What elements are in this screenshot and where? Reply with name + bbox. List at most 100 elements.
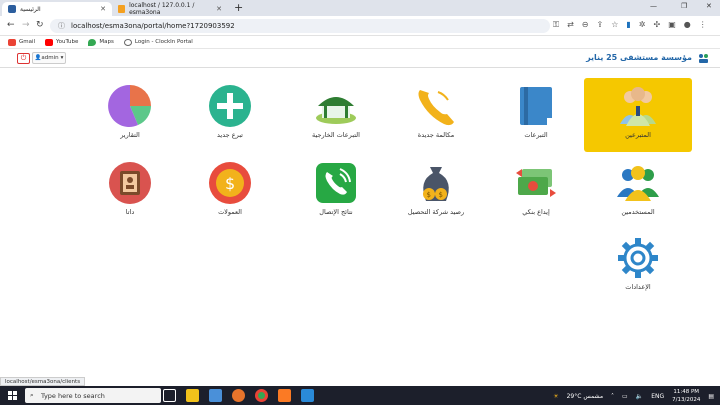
tile-external-donations[interactable]: التبرعات الخارجية [282, 78, 390, 152]
reload-icon[interactable]: ↻ [36, 20, 44, 30]
store-icon[interactable] [209, 389, 222, 402]
menu-kebab-icon[interactable]: ⋮ [699, 20, 707, 30]
phone-icon [418, 90, 454, 126]
tile-label: تبرع جديد [217, 131, 243, 139]
tile-new-donation[interactable]: تبرع جديد [176, 78, 284, 152]
bookmark-youtube[interactable]: YouTube [45, 38, 78, 46]
tray-chevron-icon[interactable]: ˄ [611, 393, 614, 400]
tile-donors[interactable]: المتبرعين [584, 78, 692, 152]
status-url: localhost/esma3ona/clients [0, 377, 86, 386]
bookmarks-bar: Gmail YouTube Maps Login - ClockIn Porta… [0, 36, 720, 49]
volume-icon[interactable]: 🔈 [636, 393, 643, 400]
tile-label: المتبرعين [625, 131, 651, 139]
bank-deposit-icon [516, 169, 556, 197]
address-book-icon [109, 162, 151, 204]
tile-commissions[interactable]: $ العمولات [176, 155, 284, 229]
tile-collection-balance[interactable]: $ $ رصيد شركة التحصيل [382, 155, 490, 229]
site-favicon-icon [8, 5, 16, 13]
forward-arrow-icon[interactable]: → [22, 20, 30, 30]
power-icon[interactable]: ⏻ [17, 53, 30, 64]
browser-tab-home[interactable]: الرئيسية ✕ [2, 2, 112, 16]
tile-bank-deposit[interactable]: إيداع بنكي [482, 155, 590, 229]
bookmark-maps[interactable]: Maps [88, 38, 114, 46]
extension-gear-icon[interactable]: ✲ [639, 20, 646, 30]
extension-blue-icon[interactable]: ▮ [626, 20, 630, 30]
tile-label: إيداع بنكي [522, 208, 550, 216]
firefox-icon[interactable] [232, 389, 245, 402]
tile-label: الإعدادات [625, 283, 651, 291]
tile-label: التبرعات [524, 131, 548, 139]
minimize-icon[interactable]: — [650, 2, 657, 10]
profile-icon[interactable]: ● [684, 20, 691, 30]
extensions-puzzle-icon[interactable]: ✣ [653, 20, 660, 30]
info-icon[interactable]: ⓘ [58, 21, 65, 31]
taskbar-search-input[interactable]: ⌕ Type here to search [25, 388, 161, 403]
language-indicator[interactable]: ENG [651, 393, 664, 400]
book-icon [520, 87, 552, 125]
svg-text:$: $ [439, 191, 443, 199]
close-tab-icon[interactable]: ✕ [216, 5, 222, 13]
brand-logo-icon [699, 54, 708, 63]
zoom-icon[interactable]: ⊖ [582, 20, 589, 30]
new-tab-icon[interactable]: + [234, 1, 243, 14]
taskbar-apps [163, 389, 314, 402]
translate-icon[interactable]: ⇄ [567, 20, 574, 30]
tile-label: نتائج الإتصال [319, 208, 353, 216]
bookmark-gmail[interactable]: Gmail [8, 38, 35, 46]
tile-call-results[interactable]: نتائج الإتصال [282, 155, 390, 229]
clock[interactable]: 11:48 PM 7/13/2024 [672, 388, 700, 404]
phpmyadmin-favicon-icon [118, 5, 126, 13]
browser-tab-phpmyadmin[interactable]: localhost / 127.0.0.1 / esma3ona ✕ [112, 2, 228, 16]
xampp-icon[interactable] [278, 389, 291, 402]
notifications-icon[interactable]: ▤ [708, 393, 714, 400]
tile-reports[interactable]: التقارير [76, 78, 184, 152]
users-icon [617, 166, 659, 201]
user-icon: 👤 [34, 55, 42, 61]
key-icon[interactable]: ⚿ [553, 20, 559, 30]
network-icon[interactable]: ▭ [622, 393, 628, 400]
url-text: localhost/esma3ona/portal/home?172090359… [71, 22, 235, 30]
share-icon[interactable]: ⇪ [597, 20, 604, 30]
search-icon: ⌕ [30, 391, 34, 399]
vscode-icon[interactable] [301, 389, 314, 402]
pie-chart-icon [108, 84, 151, 127]
star-icon[interactable]: ☆ [611, 20, 618, 30]
chrome-icon[interactable] [255, 389, 268, 402]
app-header: ⏻ 👤 admin ▾ مؤسسة مستشفى 25 يناير [0, 49, 720, 68]
close-tab-icon[interactable]: ✕ [100, 5, 106, 13]
windows-start-icon[interactable] [8, 391, 17, 400]
tile-label: المستخدمين [621, 208, 655, 216]
restore-icon[interactable]: ❐ [681, 2, 687, 10]
tile-settings[interactable]: الإعدادات [584, 230, 692, 304]
sidebar-icon[interactable]: ▣ [668, 20, 676, 30]
address-bar-row: ← → ↻ ⓘ localhost/esma3ona/portal/home?1… [0, 16, 720, 36]
svg-text:$: $ [427, 191, 431, 199]
external-tent-icon [316, 97, 356, 124]
weather-icon[interactable]: ☀ [553, 393, 558, 400]
user-menu-button[interactable]: 👤 admin ▾ [32, 52, 66, 64]
call-results-icon [316, 163, 356, 203]
money-bag-icon: $ $ [423, 167, 449, 201]
svg-text:$: $ [225, 174, 235, 193]
url-input[interactable]: ⓘ localhost/esma3ona/portal/home?1720903… [50, 19, 550, 33]
tile-label: داتا [125, 208, 135, 216]
window-close-icon[interactable]: ✕ [706, 2, 712, 10]
back-arrow-icon[interactable]: ← [7, 20, 15, 30]
file-explorer-icon[interactable] [186, 389, 199, 402]
weather-text[interactable]: 29°C مشمس [567, 393, 603, 400]
brand-title[interactable]: مؤسسة مستشفى 25 يناير [586, 53, 692, 62]
tile-label: التقارير [120, 131, 140, 139]
task-view-icon[interactable] [163, 389, 176, 402]
tab-label: localhost / 127.0.0.1 / esma3ona [129, 2, 195, 16]
tile-new-call[interactable]: مكالمة جديدة [382, 78, 490, 152]
tile-label: مكالمة جديدة [417, 131, 455, 139]
tile-users[interactable]: المستخدمين [584, 155, 692, 229]
globe-icon [123, 38, 132, 46]
tab-label: الرئيسية [20, 5, 41, 13]
bookmark-clockin[interactable]: Login - ClockIn Portal [123, 38, 193, 46]
tile-label: رصيد شركة التحصيل [407, 208, 465, 216]
tile-donations[interactable]: التبرعات [482, 78, 590, 152]
plus-icon [209, 85, 251, 127]
donors-people-icon [620, 87, 656, 126]
tile-data[interactable]: داتا [76, 155, 184, 229]
